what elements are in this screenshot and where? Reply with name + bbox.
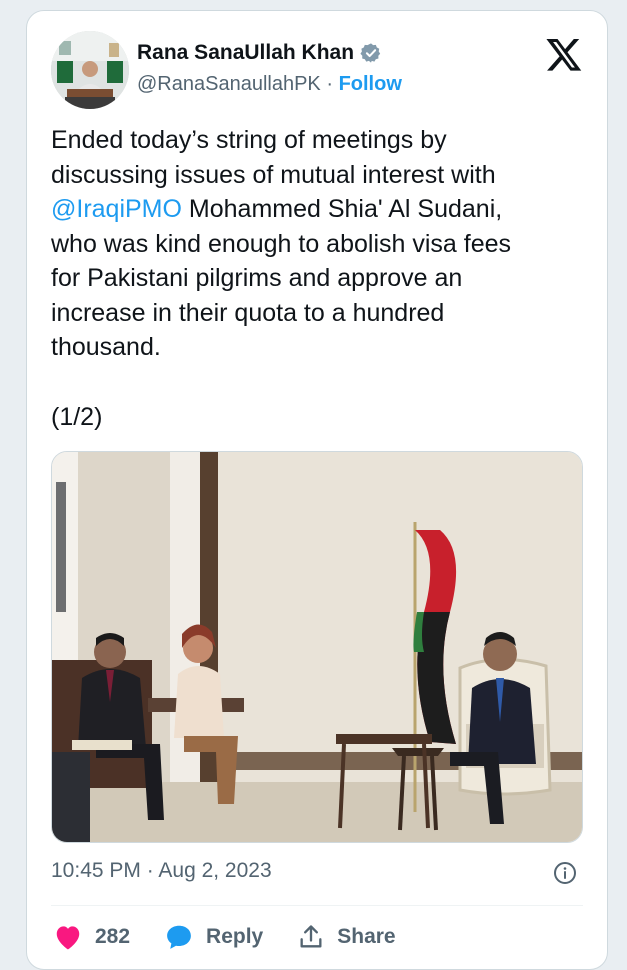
comment-icon [167, 925, 191, 949]
reply-label: Reply [206, 925, 264, 948]
author-handle-row: @RanaSanaullahPK · Follow [137, 73, 402, 96]
tweet-card: Rana SanaUllah Khan @RanaSanaullahPK · F… [26, 10, 608, 970]
divider [51, 905, 583, 906]
author-name[interactable]: Rana SanaUllah Khan [137, 41, 354, 65]
x-logo-icon[interactable] [545, 35, 583, 73]
author-handle[interactable]: @RanaSanaullahPK [137, 73, 321, 95]
heart-icon [56, 926, 80, 950]
share-button[interactable]: Share [297, 923, 396, 951]
like-button[interactable]: 282 [53, 923, 130, 951]
tweet-photo[interactable] [51, 451, 583, 843]
tweet-text: Ended today’s string of meetings by disc… [51, 123, 591, 365]
tweet-timestamp[interactable]: 10:45 PM · Aug 2, 2023 [51, 859, 272, 883]
follow-button[interactable]: Follow [339, 73, 402, 95]
meeting-photo-image [52, 452, 582, 842]
action-bar: 282 Reply Share [53, 923, 430, 951]
thread-part-indicator: (1/2) [51, 403, 103, 431]
tweet-text-start: Ended today’s string of meetings by disc… [51, 126, 496, 189]
author-avatar[interactable] [51, 31, 129, 109]
verified-badge-icon [360, 43, 381, 63]
share-label: Share [337, 925, 396, 948]
share-icon [300, 925, 322, 948]
like-count: 282 [95, 925, 131, 948]
info-icon[interactable] [553, 861, 577, 885]
author-name-row: Rana SanaUllah Khan [137, 41, 382, 65]
handle-separator: · [326, 73, 333, 95]
reply-button[interactable]: Reply [164, 923, 263, 951]
mention-link[interactable]: @IraqiPMO [51, 195, 182, 223]
